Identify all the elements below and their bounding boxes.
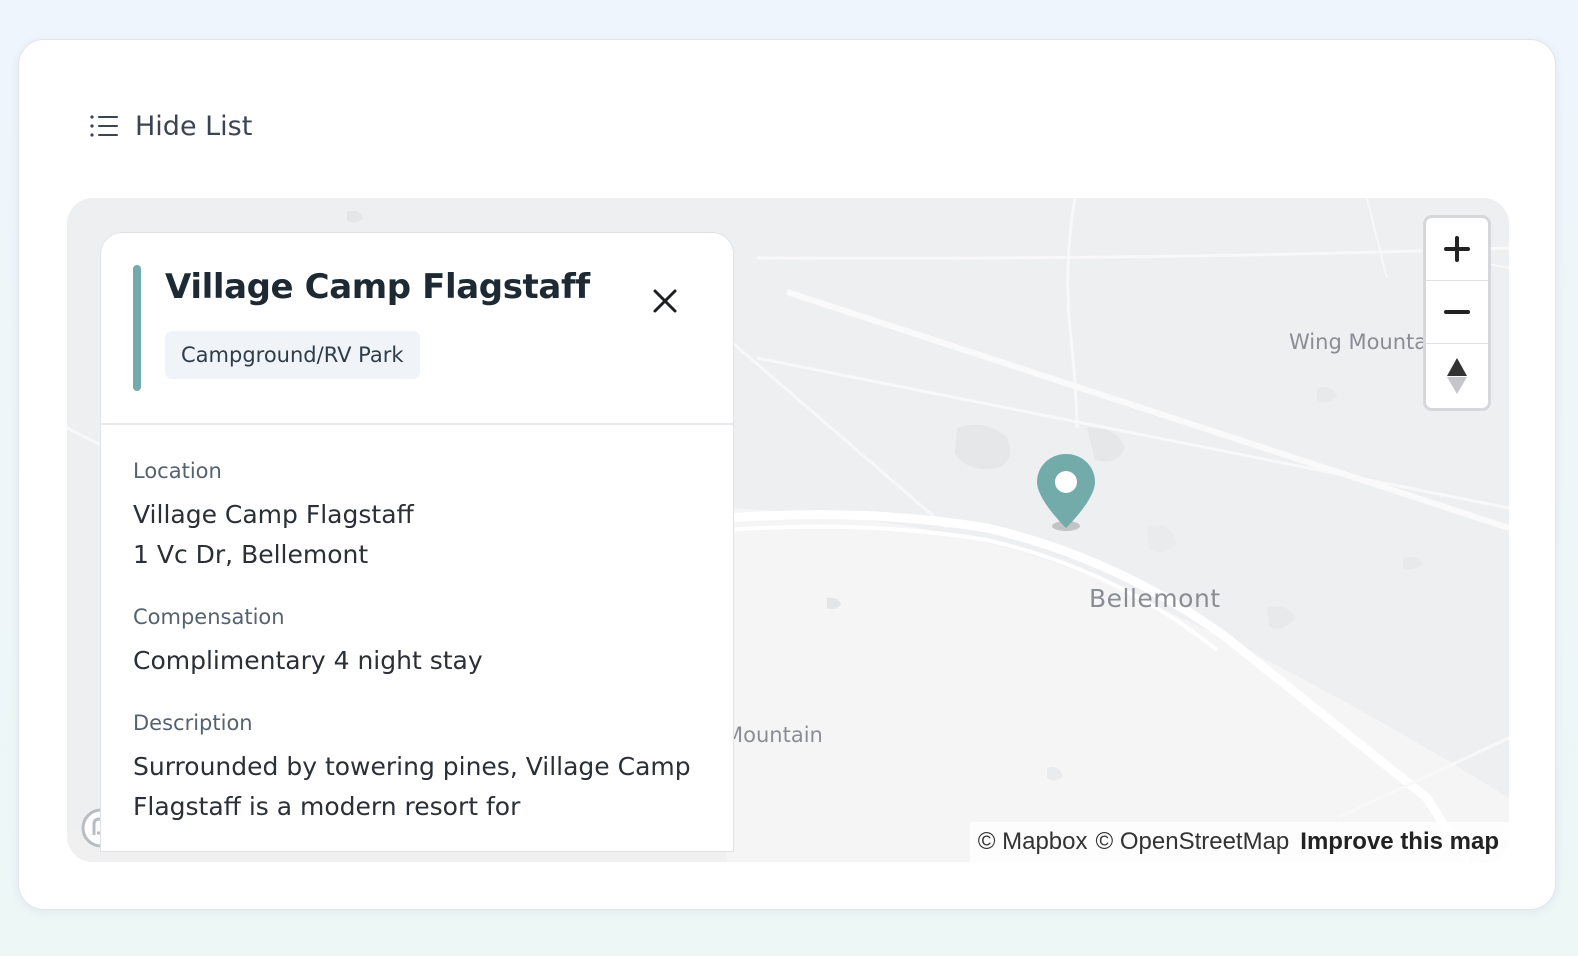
map-card: Hide List Wing Mountai Bellemont Mountai… (18, 39, 1556, 910)
minus-icon (1444, 310, 1470, 314)
list-icon (90, 115, 118, 137)
close-icon[interactable] (647, 283, 683, 319)
location-details-panel: Village Camp Flagstaff Campground/RV Par… (100, 232, 734, 852)
attribution-mapbox[interactable]: © Mapbox (978, 828, 1088, 856)
hide-list-button[interactable]: Hide List (89, 106, 252, 146)
map-view[interactable]: Wing Mountai Bellemont Mountain © Mapbox… (67, 198, 1509, 862)
compass-icon (1447, 357, 1467, 394)
compensation-field: Compensation Complimentary 4 night stay (133, 605, 701, 681)
accent-bar (133, 265, 141, 391)
hide-list-label: Hide List (135, 110, 253, 142)
zoom-out-button[interactable] (1426, 281, 1488, 344)
place-label-bellemont: Bellemont (1089, 584, 1221, 613)
location-name: Village Camp Flagstaff (133, 500, 414, 529)
type-badge: Campground/RV Park (165, 331, 420, 379)
description-value: Surrounded by towering pines, Village Ca… (133, 752, 691, 821)
location-pin-icon[interactable] (1033, 452, 1099, 536)
panel-body: Location Village Camp Flagstaff 1 Vc Dr,… (101, 425, 733, 827)
compass-button[interactable] (1426, 344, 1488, 407)
map-controls (1423, 215, 1491, 411)
plus-icon (1444, 236, 1470, 262)
improve-map-link[interactable]: Improve this map (1300, 828, 1499, 856)
location-address: 1 Vc Dr, Bellemont (133, 540, 369, 569)
place-label-wing-mountain: Wing Mountai (1289, 330, 1433, 354)
compensation-label: Compensation (133, 605, 285, 629)
panel-header: Village Camp Flagstaff Campground/RV Par… (101, 233, 733, 425)
zoom-in-button[interactable] (1426, 218, 1488, 281)
place-label-mountain: Mountain (725, 723, 823, 747)
panel-title: Village Camp Flagstaff (165, 267, 590, 307)
attribution-osm[interactable]: © OpenStreetMap (1096, 828, 1290, 856)
description-field: Description Surrounded by towering pines… (133, 711, 701, 827)
compensation-value: Complimentary 4 night stay (133, 646, 483, 675)
location-label: Location (133, 459, 222, 483)
map-attribution: © Mapbox © OpenStreetMap Improve this ma… (969, 822, 1509, 862)
location-field: Location Village Camp Flagstaff 1 Vc Dr,… (133, 459, 701, 575)
description-label: Description (133, 711, 253, 735)
